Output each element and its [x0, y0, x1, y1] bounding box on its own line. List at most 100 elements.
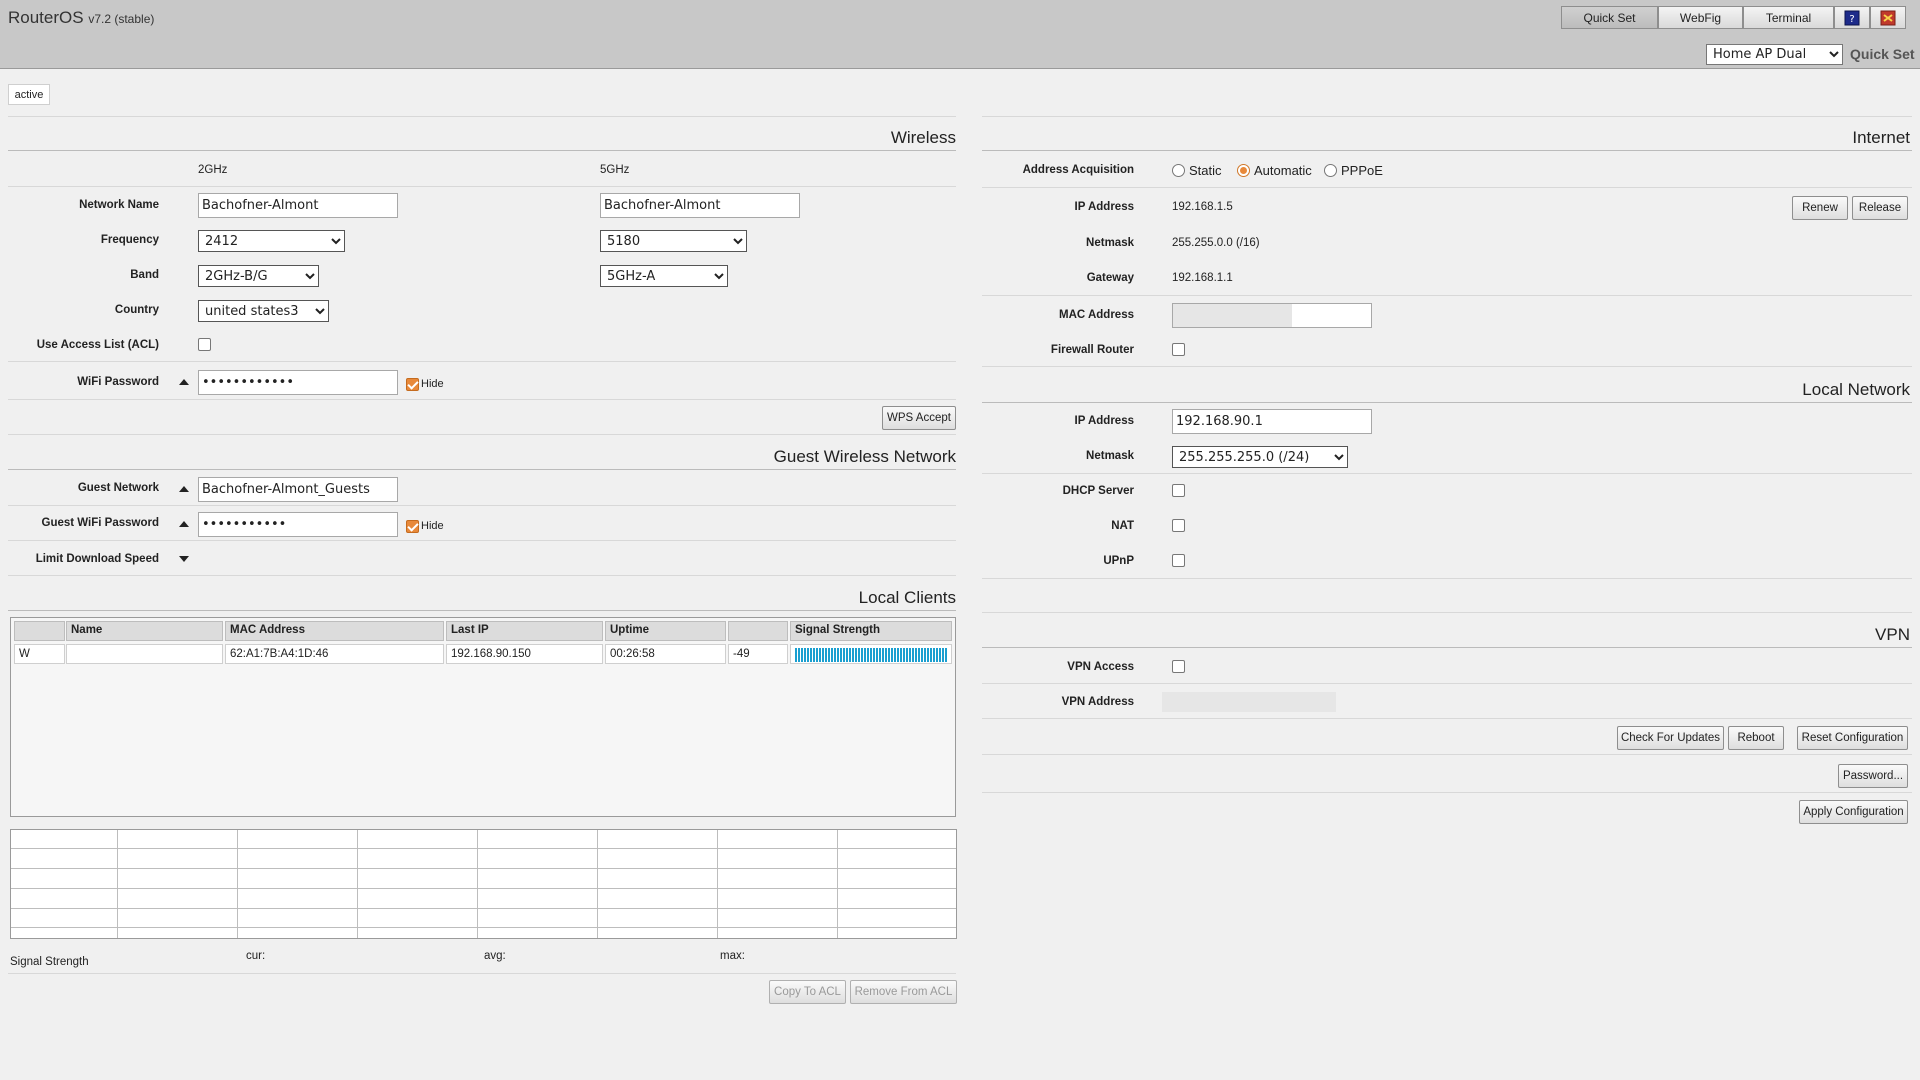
guest-network-input[interactable]	[198, 477, 398, 502]
column-header-mac[interactable]: MAC Address	[225, 621, 444, 641]
reset-configuration-button[interactable]: Reset Configuration	[1797, 726, 1908, 750]
wan-ip-label: IP Address	[1074, 201, 1134, 213]
dhcp-server-checkbox[interactable]	[1172, 484, 1185, 497]
check-for-updates-button[interactable]: Check For Updates	[1617, 726, 1724, 750]
column-header-uptime[interactable]: Uptime	[605, 621, 726, 641]
col-5ghz-label: 5GHz	[600, 164, 630, 176]
column-header-signal[interactable]: Signal Strength	[790, 621, 952, 641]
release-button[interactable]: Release	[1852, 196, 1908, 220]
status-tab-active[interactable]: active	[8, 84, 50, 105]
svg-text:?: ?	[1849, 14, 1854, 25]
lan-ip-label: IP Address	[1074, 415, 1134, 427]
grid-line	[11, 888, 956, 889]
band-2ghz-select[interactable]: 2GHz-B/G	[198, 265, 319, 287]
reboot-button[interactable]: Reboot	[1728, 726, 1784, 750]
expand-icon[interactable]	[179, 556, 189, 562]
apply-configuration-button[interactable]: Apply Configuration	[1799, 800, 1908, 824]
static-radio[interactable]	[1172, 164, 1185, 177]
gateway-value: 192.168.1.1	[1172, 272, 1233, 284]
upnp-checkbox[interactable]	[1172, 554, 1185, 567]
client-signal-cell[interactable]	[790, 644, 952, 664]
client-uptime[interactable]: 00:26:58	[605, 644, 726, 664]
password-button[interactable]: Password...	[1838, 764, 1908, 788]
client-type[interactable]: W	[14, 644, 65, 664]
mode-select[interactable]: Home AP Dual	[1706, 44, 1843, 65]
hide-label: Hide	[421, 378, 444, 390]
column-header-name[interactable]: Name	[66, 621, 223, 641]
divider	[8, 399, 956, 400]
grid-line	[11, 927, 956, 928]
grid-line	[11, 908, 956, 909]
firewall-router-checkbox[interactable]	[1172, 343, 1185, 356]
divider	[8, 186, 956, 187]
column-header[interactable]	[14, 621, 65, 641]
collapse-icon[interactable]	[179, 486, 189, 492]
grid-line	[11, 868, 956, 869]
wireless-title: Wireless	[890, 128, 956, 147]
guest-password-input[interactable]	[198, 512, 398, 537]
limit-speed-label: Limit Download Speed	[35, 553, 159, 565]
divider	[8, 361, 956, 362]
help-icon[interactable]: ?	[1834, 6, 1870, 29]
renew-button[interactable]: Renew	[1792, 196, 1848, 220]
nav-webfig-button[interactable]: WebFig	[1658, 6, 1743, 29]
vpn-access-checkbox[interactable]	[1172, 660, 1185, 673]
brand-name: RouterOS	[8, 8, 84, 27]
signal-avg-label: avg:	[484, 950, 506, 962]
hide-guest-password-checkbox[interactable]	[406, 520, 419, 533]
client-name[interactable]	[66, 644, 223, 664]
frequency-5ghz-select[interactable]: 5180	[600, 230, 747, 252]
lan-netmask-select[interactable]: 255.255.255.0 (/24)	[1172, 446, 1348, 468]
automatic-radio[interactable]	[1237, 164, 1250, 177]
network-name-5ghz-input[interactable]	[600, 193, 800, 218]
divider	[8, 469, 956, 470]
client-signal-value[interactable]: -49	[728, 644, 788, 664]
grid-line	[717, 830, 718, 938]
remove-from-acl-button[interactable]: Remove From ACL	[850, 980, 957, 1004]
guest-title: Guest Wireless Network	[773, 447, 956, 466]
hide-password-checkbox[interactable]	[406, 378, 419, 391]
grid-line	[117, 830, 118, 938]
acl-checkbox[interactable]	[198, 338, 211, 351]
divider	[982, 754, 1912, 755]
column-header[interactable]	[728, 621, 788, 641]
wifi-password-input[interactable]	[198, 370, 398, 395]
signal-max-label: max:	[720, 950, 745, 962]
upnp-label: UPnP	[1103, 555, 1134, 567]
vpn-address-label: VPN Address	[1061, 696, 1134, 708]
lan-ip-input[interactable]	[1172, 409, 1372, 434]
clients-table: Name MAC Address Last IP Uptime Signal S…	[10, 617, 956, 817]
country-select[interactable]: united states3	[198, 300, 329, 322]
grid-line	[837, 830, 838, 938]
divider	[8, 575, 956, 576]
divider	[982, 295, 1912, 296]
divider	[8, 150, 956, 151]
collapse-icon[interactable]	[179, 379, 189, 385]
divider	[982, 187, 1912, 188]
vpn-address-value	[1162, 692, 1336, 712]
band-5ghz-select[interactable]: 5GHz-A	[600, 265, 728, 287]
vpn-access-label: VPN Access	[1067, 661, 1134, 673]
divider	[982, 718, 1912, 719]
brand: RouterOS v7.2 (stable)	[8, 8, 154, 28]
copy-to-acl-button[interactable]: Copy To ACL	[769, 980, 846, 1004]
logout-icon[interactable]	[1870, 6, 1906, 29]
pppoe-option-label[interactable]: PPPoE	[1341, 163, 1383, 178]
pppoe-radio[interactable]	[1324, 164, 1337, 177]
signal-grid	[10, 829, 957, 939]
column-header-last-ip[interactable]: Last IP	[446, 621, 603, 641]
nav-quick-set-button[interactable]: Quick Set	[1561, 6, 1658, 29]
quick-set-label: Quick Set	[1850, 46, 1915, 62]
static-option-label[interactable]: Static	[1189, 163, 1222, 178]
mac-address-input[interactable]	[1172, 303, 1372, 328]
frequency-2ghz-select[interactable]: 2412	[198, 230, 345, 252]
automatic-option-label[interactable]: Automatic	[1254, 163, 1312, 178]
client-mac[interactable]: 62:A1:7B:A4:1D:46	[225, 644, 444, 664]
nav-terminal-button[interactable]: Terminal	[1743, 6, 1834, 29]
divider	[982, 150, 1912, 151]
nat-checkbox[interactable]	[1172, 519, 1185, 532]
network-name-2ghz-input[interactable]	[198, 193, 398, 218]
wps-accept-button[interactable]: WPS Accept	[882, 406, 956, 430]
collapse-icon[interactable]	[179, 521, 189, 527]
client-last-ip[interactable]: 192.168.90.150	[446, 644, 603, 664]
